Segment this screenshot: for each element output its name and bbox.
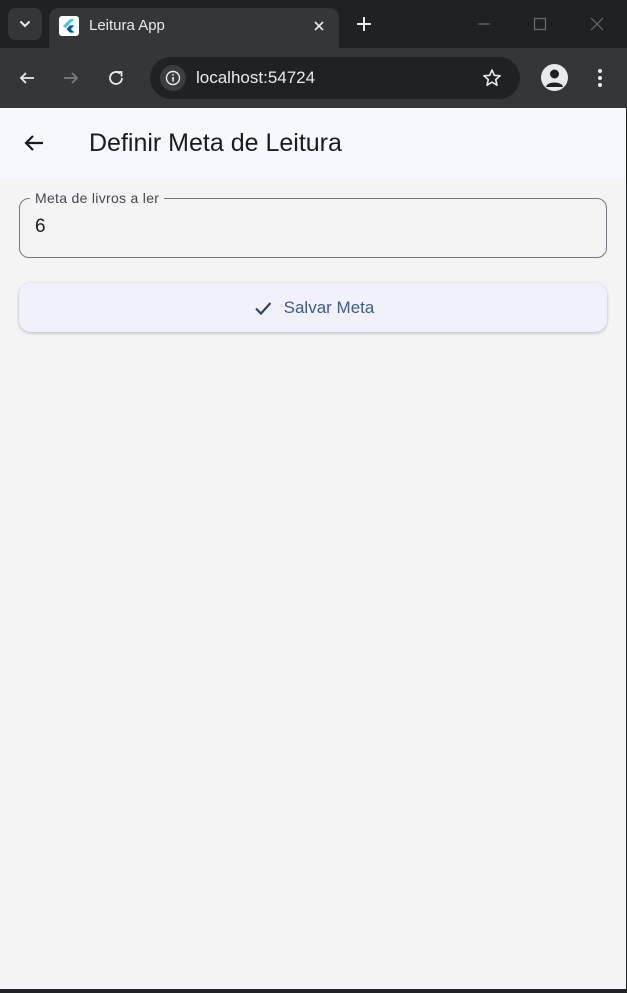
browser-back-button[interactable] <box>13 64 41 92</box>
chevron-down-icon <box>20 21 30 28</box>
arrow-left-icon <box>19 72 34 84</box>
more-vert-icon <box>598 69 602 87</box>
browser-tab[interactable]: Leitura App <box>49 8 339 48</box>
browser-tab-strip: Leitura App <box>0 0 627 48</box>
tab-title: Leitura App <box>89 17 165 34</box>
window-border <box>0 989 627 993</box>
person-icon <box>546 69 563 87</box>
goal-input[interactable] <box>35 216 575 238</box>
browser-forward-button[interactable] <box>57 64 85 92</box>
page-title: Definir Meta de Leitura <box>89 129 342 157</box>
tab-close-button[interactable] <box>309 16 329 36</box>
window-close-button[interactable] <box>583 10 611 38</box>
reload-button[interactable] <box>102 64 130 92</box>
arrow-left-icon <box>24 135 43 151</box>
reload-icon <box>109 71 123 85</box>
goal-field-label: Meta de livros a ler <box>30 189 165 207</box>
app-bar: Definir Meta de Leitura <box>0 108 626 178</box>
address-bar[interactable]: localhost:54724 <box>150 57 520 99</box>
site-info-button[interactable] <box>160 65 186 91</box>
info-icon <box>165 70 181 86</box>
save-goal-label: Salvar Meta <box>283 297 375 317</box>
check-icon <box>252 297 274 319</box>
tab-search-button[interactable] <box>8 8 42 40</box>
app-viewport: Definir Meta de Leitura Meta de livros a… <box>0 108 626 989</box>
profile-button[interactable] <box>541 64 568 91</box>
close-icon <box>590 17 604 31</box>
save-goal-button[interactable]: Salvar Meta <box>19 283 607 332</box>
maximize-button[interactable] <box>526 10 554 38</box>
minimize-icon <box>478 23 490 25</box>
arrow-right-icon <box>64 72 79 84</box>
goal-field[interactable]: Meta de livros a ler <box>19 189 607 258</box>
back-button[interactable] <box>14 123 54 163</box>
new-tab-button[interactable] <box>352 12 376 36</box>
minimize-button[interactable] <box>470 10 498 38</box>
close-icon <box>314 21 324 31</box>
plus-icon <box>357 17 371 31</box>
url-text[interactable]: localhost:54724 <box>196 68 315 88</box>
flutter-icon <box>59 16 79 36</box>
star-icon <box>483 69 501 86</box>
bookmark-button[interactable] <box>480 66 504 90</box>
browser-toolbar: localhost:54724 <box>0 48 627 108</box>
maximize-icon <box>533 17 547 31</box>
browser-menu-button[interactable] <box>588 64 612 92</box>
